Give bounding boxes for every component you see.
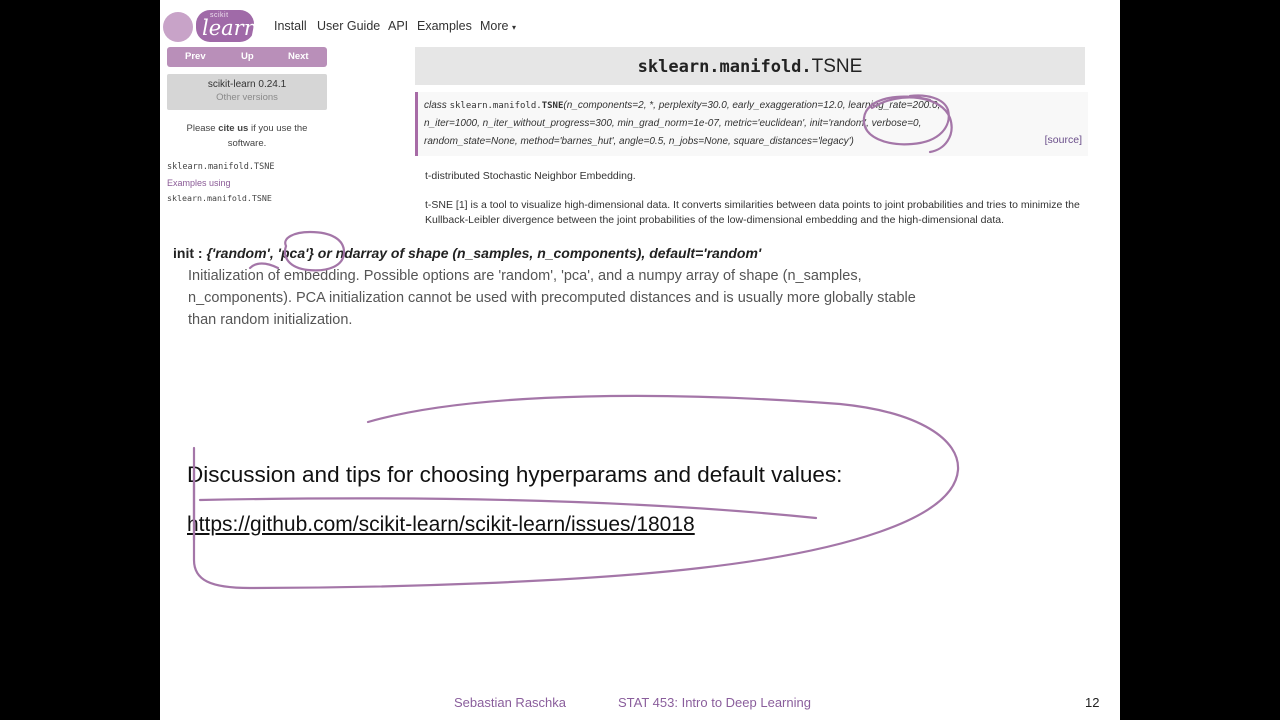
- footer-author: Sebastian Raschka: [454, 695, 567, 710]
- title-module: sklearn.manifold.: [637, 57, 812, 77]
- param-name: init :: [173, 245, 207, 261]
- caret-down-icon: ▾: [511, 23, 516, 32]
- cite-prefix: Please: [186, 123, 219, 134]
- source-link[interactable]: [source]: [1045, 134, 1082, 146]
- signature-line-2: n_iter=1000, n_iter_without_progress=300…: [424, 118, 922, 129]
- nav-install[interactable]: Install: [274, 19, 307, 33]
- github-issue-link[interactable]: https://github.com/scikit-learn/scikit-l…: [187, 513, 695, 537]
- logo-circle: [163, 12, 193, 42]
- nav-user-guide[interactable]: User Guide: [317, 19, 380, 33]
- sig-class-name: TSNE: [541, 101, 564, 111]
- title-class: TSNE: [811, 56, 863, 77]
- footer-course: STAT 453: Intro to Deep Learning: [618, 695, 811, 710]
- cite-note: Please cite us if you use the software.: [167, 121, 327, 151]
- nav-examples[interactable]: Examples: [417, 19, 472, 33]
- description-text: t-SNE [1] is a tool to visualize high-di…: [425, 199, 1080, 226]
- sig-class-keyword: class: [424, 100, 450, 111]
- prev-button[interactable]: Prev: [185, 51, 206, 62]
- sig-params-1: (n_components=2, *, perplexity=30.0, ear…: [563, 100, 941, 111]
- cite-us-link[interactable]: cite us: [218, 123, 248, 134]
- sig-module: sklearn.manifold.: [449, 101, 542, 111]
- nav-api[interactable]: API: [388, 19, 408, 33]
- scikit-learn-logo[interactable]: scikit learn: [196, 10, 258, 42]
- logo-main-text: learn: [202, 16, 258, 40]
- sidebar-link-examples[interactable]: Examples using sklearn.manifold.TSNE: [167, 176, 327, 206]
- page-title-bar: sklearn.manifold.TSNE: [415, 47, 1085, 85]
- next-button[interactable]: Next: [288, 51, 309, 62]
- page-title: sklearn.manifold.TSNE: [415, 56, 1085, 78]
- prev-up-next-bar: Prev Up Next: [167, 47, 327, 67]
- nav-more[interactable]: More ▾: [480, 19, 516, 33]
- signature-line-1: class sklearn.manifold.TSNE(n_components…: [424, 100, 940, 111]
- ink-oval-discussion: [192, 394, 960, 590]
- summary-text: t-distributed Stochastic Neighbor Embedd…: [425, 170, 636, 182]
- slide: scikit learn Install User Guide API Exam…: [160, 0, 1120, 720]
- param-description: Initialization of embedding. Possible op…: [188, 268, 916, 328]
- page-number: 12: [1085, 695, 1100, 710]
- other-versions-link[interactable]: Other versions: [167, 92, 327, 103]
- version-label: scikit-learn 0.24.1: [207, 79, 287, 90]
- examples-mono: sklearn.manifold.TSNE: [167, 193, 272, 203]
- signature-line-3: random_state=None, method='barnes_hut', …: [424, 136, 854, 147]
- sidebar-link-tsne[interactable]: sklearn.manifold.TSNE: [167, 162, 274, 172]
- discussion-text: Discussion and tips for choosing hyperpa…: [187, 462, 843, 487]
- nav-more-label: More: [480, 19, 509, 33]
- version-box: scikit-learn 0.24.1 Other versions: [167, 74, 327, 110]
- class-signature: class sklearn.manifold.TSNE(n_components…: [415, 92, 1088, 156]
- up-button[interactable]: Up: [241, 51, 254, 62]
- param-heading: init : {'random', 'pca'} or ndarray of s…: [173, 245, 761, 261]
- examples-prefix: Examples using: [167, 178, 231, 188]
- param-type: {'random', 'pca'} or ndarray of shape (n…: [206, 245, 762, 261]
